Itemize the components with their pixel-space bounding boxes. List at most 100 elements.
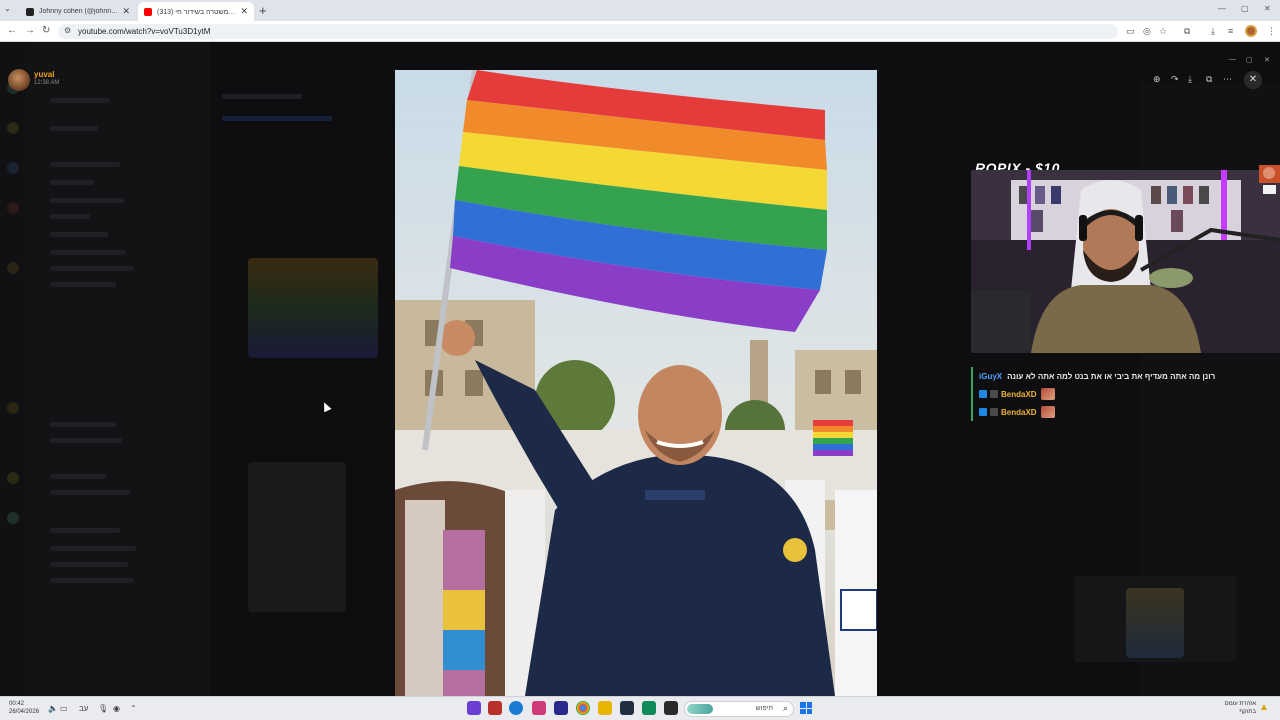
network-icon[interactable]: ▭ <box>60 704 68 713</box>
channel-row <box>50 180 94 185</box>
close-window-button[interactable]: ✕ <box>1264 4 1271 13</box>
attachment-thumbnail <box>248 258 378 358</box>
clock-time: 00:42 <box>9 701 25 707</box>
server-icon <box>7 162 19 174</box>
channel-row <box>50 474 106 479</box>
taskbar-search[interactable]: חיפוש ⌕ <box>684 701 794 717</box>
forward-icon[interactable]: → <box>25 25 35 36</box>
pinned-banner <box>222 116 332 121</box>
uploader-username[interactable]: yuval <box>34 70 54 79</box>
minimize-button[interactable]: — <box>1218 4 1226 13</box>
chat-message: BendaXD <box>971 403 1276 421</box>
reload-icon[interactable]: ↻ <box>42 25 50 36</box>
tab-twitter[interactable]: Johnny cohen (@johnny_cohen ✕ <box>20 2 136 21</box>
x-logo-icon <box>26 7 34 16</box>
profile-avatar[interactable] <box>1245 25 1257 37</box>
server-icon <box>7 512 19 524</box>
rotate-icon[interactable]: ↷ <box>1171 74 1179 85</box>
verified-badge-icon <box>979 408 987 416</box>
channel-row <box>50 214 90 219</box>
clock[interactable]: 00:42 26/04/2026 <box>9 700 39 716</box>
streamer-badge <box>1259 165 1280 195</box>
channel-row <box>50 562 128 567</box>
weather-widget[interactable]: אזהרת עומס בתוקף <box>1210 700 1256 716</box>
attachment-thumbnail <box>1126 588 1184 658</box>
maximize-button[interactable]: ▢ <box>1241 4 1249 13</box>
uploader-avatar[interactable] <box>8 69 30 91</box>
sub-badge-icon <box>990 390 998 398</box>
channel-row <box>50 198 124 203</box>
popout-minimize-icon[interactable]: — <box>1229 56 1236 63</box>
channel-row <box>50 546 136 551</box>
app-icon-9[interactable] <box>642 701 656 715</box>
browser-tab-bar: ⌄ Johnny cohen (@johnny_cohen ✕ (313) קב… <box>0 0 1280 21</box>
url-text[interactable]: youtube.com/watch?v=voVTu3D1ytM <box>78 27 210 36</box>
language-indicator[interactable]: עב <box>79 704 88 713</box>
menu-icon[interactable]: ⋮ <box>1267 26 1276 37</box>
channel-row <box>50 578 134 583</box>
chat-username: BendaXD <box>1001 389 1037 399</box>
more-icon[interactable]: ⋯ <box>1223 74 1232 85</box>
tab-title: Johnny cohen (@johnny_cohen <box>39 8 119 15</box>
search-label: חיפוש <box>755 705 773 712</box>
popout-maximize-icon[interactable]: ▢ <box>1246 56 1253 64</box>
verified-badge-icon <box>979 390 987 398</box>
tab-title: (313) קבוצת משטרה בשידור חי 🔴 <box>157 8 236 16</box>
chevron-up-icon[interactable]: ⌃ <box>130 704 137 713</box>
viewed-image[interactable] <box>395 70 877 696</box>
download-icon[interactable]: ⤓ <box>1211 26 1215 37</box>
tab-search-icon[interactable]: ⌄ <box>4 4 11 13</box>
webcam-overlay <box>971 170 1280 353</box>
address-bar[interactable]: ⚙ youtube.com/watch?v=voVTu3D1ytM <box>58 24 1118 39</box>
emote-icon <box>1040 388 1055 400</box>
media-control-icon[interactable]: ≡ <box>1228 26 1233 36</box>
microphone-icon[interactable]: 🎙 <box>98 704 108 713</box>
search-highlight-art <box>687 704 713 714</box>
search-icon: ⌕ <box>782 703 788 713</box>
zoom-in-icon[interactable]: ⊕ <box>1153 74 1161 85</box>
app-icon-10[interactable] <box>664 701 678 715</box>
site-info-icon[interactable]: ⚙ <box>64 26 71 35</box>
file-explorer-icon[interactable] <box>598 701 612 715</box>
close-viewer-button[interactable]: ✕ <box>1244 71 1262 89</box>
tray-app-icon[interactable]: ◉ <box>113 704 120 713</box>
speaker-icon[interactable]: 🔈 <box>48 704 58 713</box>
screen: ⌄ Johnny cohen (@johnny_cohen ✕ (313) קב… <box>0 0 1280 720</box>
tab-close-icon[interactable]: ✕ <box>240 6 248 17</box>
sub-badge-icon <box>990 408 998 416</box>
chrome-icon[interactable] <box>576 701 590 715</box>
cast-icon[interactable]: ▭ <box>1126 26 1135 37</box>
app-icon-1[interactable] <box>467 701 481 715</box>
extensions-icon[interactable]: ⧉ <box>1184 26 1190 37</box>
channel-row <box>50 232 108 237</box>
attachment-thumbnail <box>248 462 346 612</box>
chat-username: iGuyX <box>979 371 1003 381</box>
channel-row <box>50 162 120 167</box>
channel-row <box>50 126 98 131</box>
notification-icon[interactable]: ▲ <box>1259 702 1269 713</box>
upload-time: 12:38 AM <box>34 80 60 86</box>
app-icon-2[interactable] <box>488 701 502 715</box>
back-icon[interactable]: ← <box>7 25 17 36</box>
tab-youtube[interactable]: (313) קבוצת משטרה בשידור חי 🔴 ✕ <box>138 2 254 21</box>
app-icon-3[interactable] <box>509 701 523 715</box>
channel-row <box>50 266 134 271</box>
app-icon-4[interactable] <box>532 701 546 715</box>
bookmark-star-icon[interactable]: ☆ <box>1159 26 1167 37</box>
server-icon <box>7 402 19 414</box>
steam-icon[interactable] <box>620 701 634 715</box>
windows-taskbar: 00:42 26/04/2026 🔈 ▭ עב 🎙 ◉ ⌃ חיפוש ⌕ אז… <box>0 696 1280 720</box>
channel-list <box>26 42 210 696</box>
channel-row <box>50 98 110 103</box>
browser-toolbar: ← → ↻ ⚙ youtube.com/watch?v=voVTu3D1ytM … <box>0 21 1280 42</box>
chat-message: iGuyX רונן מה אתה מעדיף את ביבי או את בנ… <box>971 367 1276 385</box>
popout-close-icon[interactable]: ✕ <box>1264 56 1270 64</box>
eye-off-icon[interactable]: ◎ <box>1143 26 1151 37</box>
download-icon[interactable]: ⤓ <box>1188 74 1192 85</box>
tab-close-icon[interactable]: ✕ <box>122 6 130 17</box>
open-external-icon[interactable]: ⧉ <box>1206 74 1212 85</box>
new-tab-button[interactable]: + <box>259 3 267 18</box>
start-button[interactable] <box>800 702 812 714</box>
headphones-app-icon[interactable] <box>554 701 568 715</box>
server-icon <box>7 472 19 484</box>
